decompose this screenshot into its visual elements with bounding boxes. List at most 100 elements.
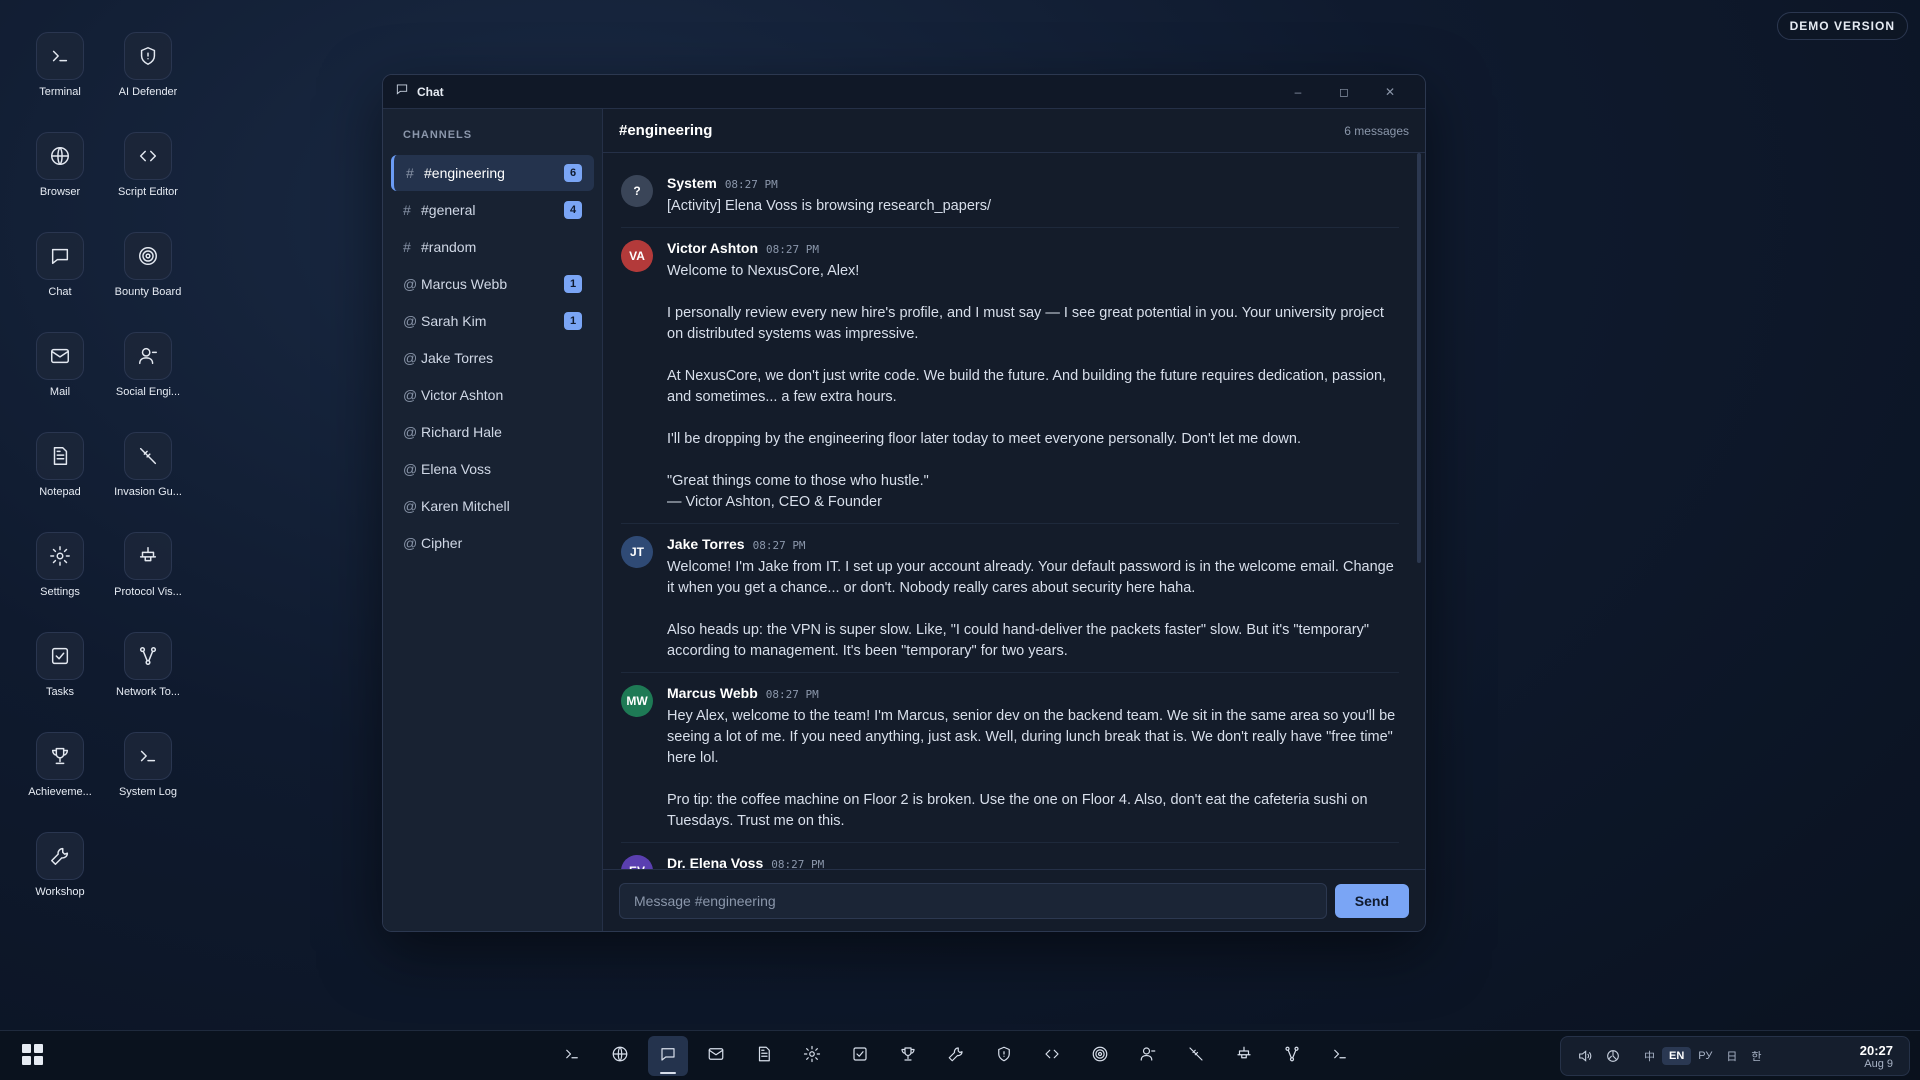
avatar[interactable]: EV [621,855,653,869]
user-icon [124,332,172,380]
message-author[interactable]: Dr. Elena Voss [667,855,763,869]
message-text: Welcome! I'm Jake from IT. I set up your… [667,559,1394,659]
desktop-item-15[interactable]: System Log [104,732,192,832]
desktop-item-5[interactable]: Bounty Board [104,232,192,332]
channel-name: Elena Voss [421,461,492,477]
desktop-item-2[interactable]: Browser [16,132,104,232]
taskbar-app-network[interactable] [1272,1036,1312,1076]
message: JT Jake Torres 08:27 PM Welcome! I'm Jake f… [621,524,1399,673]
channel-item[interactable]: @ Cipher [391,525,594,561]
channel-item[interactable]: # #general 4 [391,192,594,228]
start-button[interactable] [22,1044,44,1066]
channel-item[interactable]: @ Elena Voss [391,451,594,487]
minimize-button[interactable]: – [1275,85,1321,99]
desktop-item-3[interactable]: Script Editor [104,132,192,232]
taskbar-app-mail[interactable] [696,1036,736,1076]
desktop-item-6[interactable]: Mail [16,332,104,432]
desktop-item-13[interactable]: Network To... [104,632,192,732]
window-titlebar[interactable]: Chat – ◻ ✕ [383,75,1425,109]
message-body: Dr. Elena Voss 08:27 PM [667,855,1399,869]
avatar[interactable]: MW [621,685,653,717]
channel-name: Sarah Kim [421,313,487,329]
desktop-item-7[interactable]: Social Engi... [104,332,192,432]
message-author[interactable]: System [667,175,717,191]
channel-prefix: @ [403,498,418,514]
volume-icon[interactable] [1571,1048,1599,1064]
desktop-item-4[interactable]: Chat [16,232,104,332]
channel-item[interactable]: @ Victor Ashton [391,377,594,413]
terminal-icon [124,732,172,780]
avatar[interactable]: ? [621,175,653,207]
target-icon [124,232,172,280]
taskbar-app-chat[interactable] [648,1036,688,1076]
desktop-item-8[interactable]: Notepad [16,432,104,532]
channel-item[interactable]: @ Jake Torres [391,340,594,376]
channel-item[interactable]: # #random [391,229,594,265]
desktop-item-label: Mail [49,386,71,398]
network-status-icon[interactable] [1599,1048,1627,1064]
desktop-item-label: Browser [39,186,81,198]
message-author[interactable]: Marcus Webb [667,685,758,701]
message-author[interactable]: Victor Ashton [667,240,758,256]
avatar[interactable]: VA [621,240,653,272]
channel-name: Victor Ashton [421,387,504,403]
globe-icon [611,1045,629,1068]
channel-name: #general [421,202,476,218]
trophy-icon [36,732,84,780]
shield-icon [995,1045,1013,1068]
desktop-item-14[interactable]: Achieveme... [16,732,104,832]
language-option[interactable]: 中 [1637,1045,1662,1067]
taskbar-app-gear[interactable] [792,1036,832,1076]
taskbar-app-syringe[interactable] [1176,1036,1216,1076]
taskbar-app-globe[interactable] [600,1036,640,1076]
desktop-item-10[interactable]: Settings [16,532,104,632]
message-text: [Activity] Elena Voss is browsing resear… [667,198,991,214]
taskbar-app-document[interactable] [744,1036,784,1076]
channel-item[interactable]: @ Marcus Webb 1 [391,266,594,302]
channel-item[interactable]: @ Sarah Kim 1 [391,303,594,339]
close-button[interactable]: ✕ [1367,85,1413,99]
taskbar-app-terminal[interactable] [552,1036,592,1076]
taskbar-app-code[interactable] [1032,1036,1072,1076]
send-button[interactable]: Send [1334,883,1409,918]
terminal-icon [563,1045,581,1068]
clock[interactable]: 20:27 Aug 9 [1860,1043,1899,1070]
channel-name: Richard Hale [421,424,502,440]
taskbar-app-wrench[interactable] [936,1036,976,1076]
taskbar-app-target[interactable] [1080,1036,1120,1076]
desktop-item-0[interactable]: Terminal [16,32,104,132]
desktop-item-11[interactable]: Protocol Vis... [104,532,192,632]
language-option[interactable]: 한 [1744,1045,1768,1067]
desktop-item-12[interactable]: Tasks [16,632,104,732]
taskbar-app-user[interactable] [1128,1036,1168,1076]
maximize-button[interactable]: ◻ [1321,85,1367,99]
message-author[interactable]: Jake Torres [667,536,745,552]
channel-prefix: @ [403,424,418,440]
message-scrollbar[interactable] [1417,153,1421,563]
language-option[interactable]: EN [1662,1047,1692,1065]
taskbar-app-plug[interactable] [1224,1036,1264,1076]
plug-icon [124,532,172,580]
desktop-item-16[interactable]: Workshop [16,832,104,932]
taskbar-app-shield[interactable] [984,1036,1024,1076]
channel-item[interactable]: @ Karen Mitchell [391,488,594,524]
message-time: 08:27 PM [724,178,778,191]
network-icon [1283,1045,1301,1068]
channel-item[interactable]: @ Richard Hale [391,414,594,450]
clock-time: 20:27 [1859,1042,1893,1058]
desktop-item-1[interactable]: AI Defender [104,32,192,132]
unread-badge: 4 [564,201,582,219]
mail-icon [707,1045,725,1068]
message-input[interactable] [619,882,1327,919]
language-option[interactable]: 日 [1719,1045,1744,1067]
avatar[interactable]: JT [621,536,653,568]
taskbar-app-terminal[interactable] [1320,1036,1360,1076]
taskbar-app-trophy[interactable] [888,1036,928,1076]
language-option[interactable]: РУ [1691,1047,1719,1065]
message-list[interactable]: ? System 08:27 PM [Activity] Elena Voss is … [603,153,1425,869]
channel-item[interactable]: # #engineering 6 [391,155,594,191]
desktop-item-9[interactable]: Invasion Gu... [104,432,192,532]
unread-badge: 1 [564,275,582,293]
taskbar-app-checkbox[interactable] [840,1036,880,1076]
code-icon [124,132,172,180]
